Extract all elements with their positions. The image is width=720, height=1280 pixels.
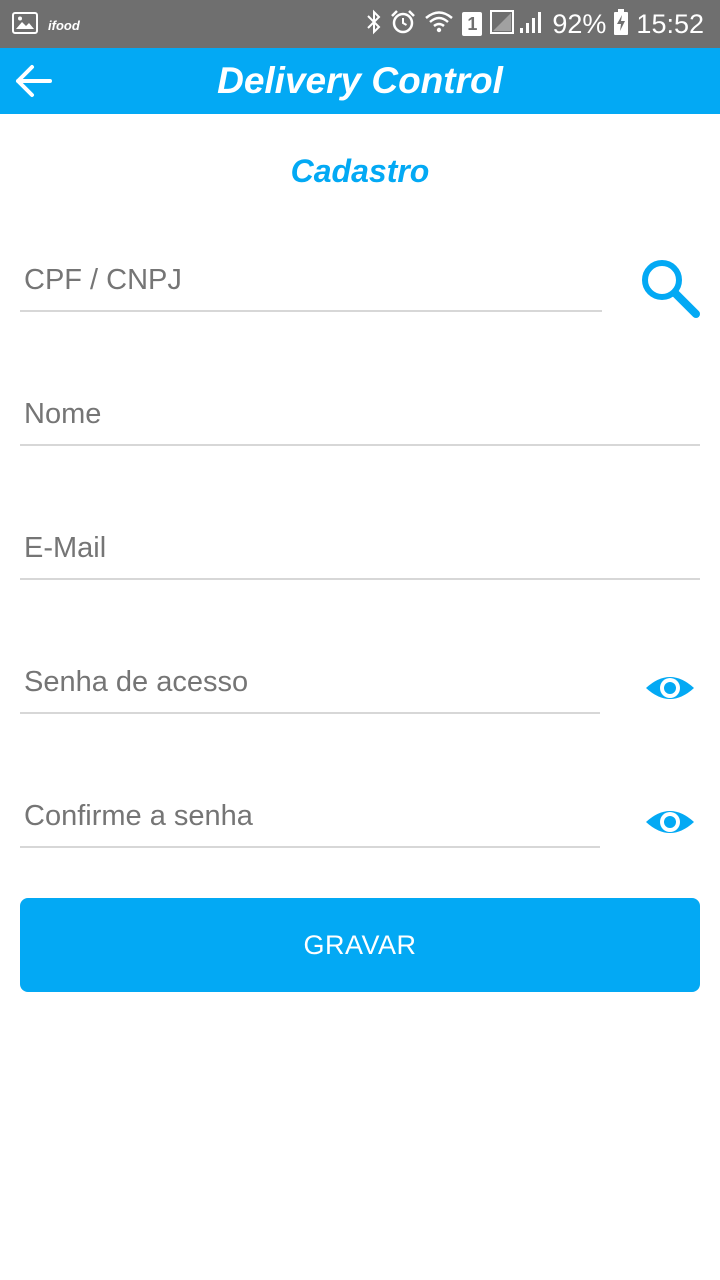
cpf-cnpj-field [20, 250, 602, 312]
status-bar: ifood 1 92% 15:52 [0, 0, 720, 48]
cpf-cnpj-input[interactable] [20, 250, 602, 310]
eye-icon [644, 811, 696, 850]
clock-time: 15:52 [636, 8, 704, 39]
alarm-icon [390, 9, 416, 40]
eye-icon [644, 677, 696, 716]
confirm-password-field [20, 786, 600, 848]
toggle-confirm-password-visibility-button[interactable] [644, 798, 696, 846]
password-input[interactable] [20, 652, 600, 712]
wifi-icon [424, 9, 454, 40]
bluetooth-icon [366, 9, 382, 40]
password-field [20, 652, 600, 714]
form-title: Cadastro [290, 153, 430, 189]
save-button[interactable]: GRAVAR [20, 898, 700, 992]
battery-charging-icon [614, 8, 629, 40]
image-icon [12, 11, 38, 39]
toggle-password-visibility-button[interactable] [644, 664, 696, 712]
search-icon [638, 260, 702, 324]
signal-icon [490, 9, 544, 40]
email-input[interactable] [20, 518, 700, 578]
name-field [20, 384, 700, 446]
confirm-password-input[interactable] [20, 786, 600, 846]
email-field [20, 518, 700, 580]
app-bar: Delivery Control [0, 48, 720, 114]
app-title: Delivery Control [217, 60, 503, 101]
ifood-notification-label: ifood [48, 17, 80, 33]
battery-percentage: 92% [552, 8, 607, 39]
status-bar-right: 1 92% 15:52 [366, 0, 704, 48]
status-bar-left: ifood [12, 11, 80, 39]
search-button[interactable] [638, 256, 702, 320]
sim-icon: 1 [462, 12, 483, 36]
name-input[interactable] [20, 384, 700, 444]
